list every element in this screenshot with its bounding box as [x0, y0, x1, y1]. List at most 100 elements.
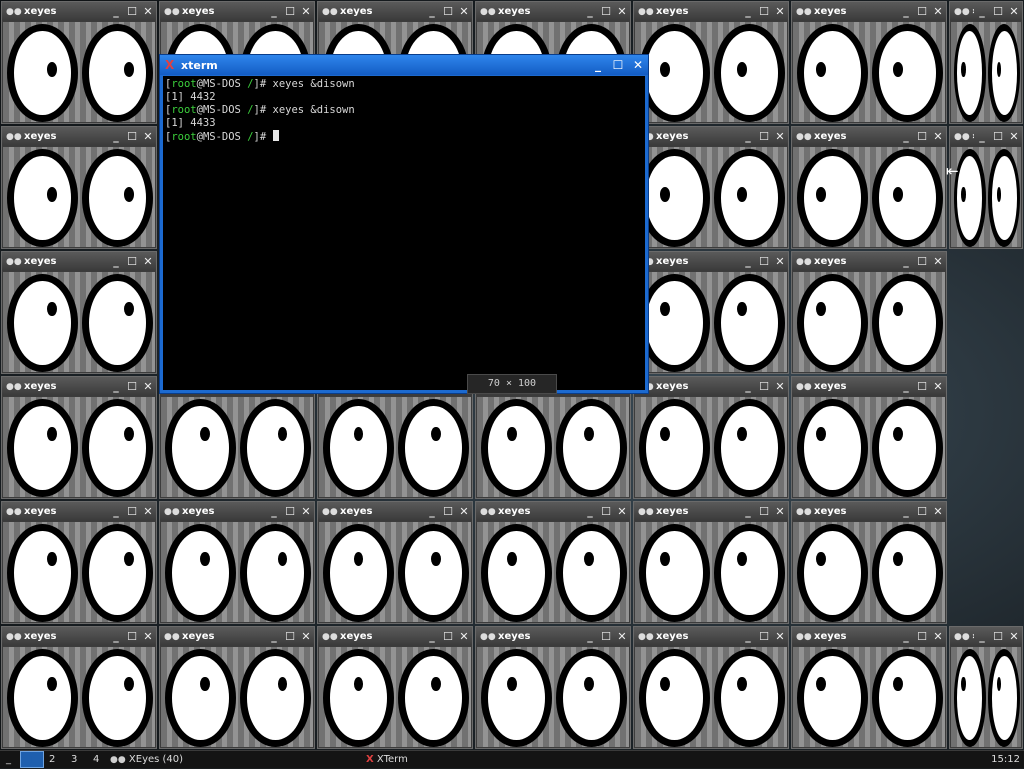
xeyes-window[interactable]: ●●»_☐✕: [949, 1, 1023, 124]
xeyes-window[interactable]: ●●xeyes_☐✕: [317, 376, 473, 499]
xeyes-window[interactable]: ●●xeyes_☐✕: [1, 376, 157, 499]
xeyes-window[interactable]: ●●xeyes_☐✕: [633, 1, 789, 124]
maximize-button[interactable]: ☐: [990, 130, 1006, 143]
maximize-button[interactable]: ☐: [914, 130, 930, 143]
maximize-button[interactable]: ☐: [990, 5, 1006, 18]
maximize-button[interactable]: ☐: [914, 630, 930, 643]
xeyes-window[interactable]: ●●xeyes_☐✕: [633, 126, 789, 249]
maximize-button[interactable]: ☐: [756, 130, 772, 143]
maximize-button[interactable]: ☐: [990, 630, 1006, 643]
close-button[interactable]: ✕: [930, 130, 946, 143]
close-button[interactable]: ✕: [140, 5, 156, 18]
minimize-button[interactable]: _: [898, 5, 914, 18]
xeyes-window[interactable]: ●●xeyes_☐✕: [791, 626, 947, 749]
xeyes-window[interactable]: ●●xeyes_☐✕: [159, 501, 315, 624]
xeyes-titlebar[interactable]: ●●xeyes_☐✕: [2, 2, 156, 21]
close-button[interactable]: ✕: [456, 505, 472, 518]
xterm-window[interactable]: Ⅹ xterm _ ☐ ✕ [root@MS-DOS /]# xeyes &di…: [159, 54, 649, 394]
xeyes-titlebar[interactable]: ●●xeyes_☐✕: [634, 2, 788, 21]
maximize-button[interactable]: ☐: [914, 255, 930, 268]
xeyes-titlebar[interactable]: ●●»_☐✕: [950, 2, 1022, 21]
close-button[interactable]: ✕: [456, 5, 472, 18]
close-button[interactable]: ✕: [772, 255, 788, 268]
minimize-button[interactable]: _: [582, 630, 598, 643]
close-button[interactable]: ✕: [930, 630, 946, 643]
minimize-button[interactable]: _: [266, 505, 282, 518]
xeyes-window[interactable]: ●●xeyes_☐✕: [475, 626, 631, 749]
maximize-button[interactable]: ☐: [282, 505, 298, 518]
xeyes-window[interactable]: ●●xeyes_☐✕: [159, 376, 315, 499]
menu-button[interactable]: _: [6, 751, 18, 768]
xeyes-window[interactable]: ●●xeyes_☐✕: [791, 1, 947, 124]
maximize-button[interactable]: ☐: [598, 630, 614, 643]
minimize-button[interactable]: _: [740, 630, 756, 643]
maximize-button[interactable]: ☐: [598, 505, 614, 518]
close-button[interactable]: ✕: [614, 630, 630, 643]
xeyes-titlebar[interactable]: ●●xeyes_☐✕: [2, 127, 156, 146]
maximize-button[interactable]: ☐: [124, 5, 140, 18]
maximize-button[interactable]: ☐: [756, 505, 772, 518]
xeyes-window[interactable]: ●●xeyes_☐✕: [1, 251, 157, 374]
maximize-button[interactable]: ☐: [914, 5, 930, 18]
xeyes-window[interactable]: ●●xeyes_☐✕: [633, 501, 789, 624]
maximize-button[interactable]: ☐: [282, 630, 298, 643]
xeyes-titlebar[interactable]: ●●xeyes_☐✕: [160, 627, 314, 646]
xeyes-window[interactable]: ●●xeyes_☐✕: [791, 126, 947, 249]
close-button[interactable]: ✕: [614, 505, 630, 518]
close-button[interactable]: ✕: [930, 505, 946, 518]
close-button[interactable]: ✕: [1006, 630, 1022, 643]
xeyes-titlebar[interactable]: ●●xeyes_☐✕: [476, 2, 630, 21]
task-xterm[interactable]: Ⅹ XTerm: [366, 751, 566, 768]
close-button[interactable]: ✕: [772, 5, 788, 18]
close-button[interactable]: ✕: [298, 630, 314, 643]
minimize-button[interactable]: _: [740, 380, 756, 393]
xeyes-window[interactable]: ●●xeyes_☐✕: [633, 251, 789, 374]
minimize-button[interactable]: _: [582, 505, 598, 518]
maximize-button[interactable]: ☐: [124, 630, 140, 643]
minimize-button[interactable]: _: [898, 380, 914, 393]
xeyes-window[interactable]: ●●xeyes_☐✕: [633, 626, 789, 749]
xeyes-titlebar[interactable]: ●●xeyes_☐✕: [634, 252, 788, 271]
close-button[interactable]: ✕: [930, 5, 946, 18]
maximize-button[interactable]: ☐: [124, 130, 140, 143]
maximize-button[interactable]: ☐: [914, 380, 930, 393]
xeyes-window[interactable]: ●●xeyes_☐✕: [1, 501, 157, 624]
close-button[interactable]: ✕: [298, 505, 314, 518]
close-button[interactable]: ✕: [614, 5, 630, 18]
minimize-button[interactable]: _: [108, 130, 124, 143]
minimize-button[interactable]: _: [424, 505, 440, 518]
maximize-button[interactable]: ☐: [124, 380, 140, 393]
workspace-4-button[interactable]: 4: [93, 751, 99, 768]
close-button[interactable]: ✕: [772, 505, 788, 518]
xeyes-titlebar[interactable]: ●●xeyes_☐✕: [476, 502, 630, 521]
xeyes-titlebar[interactable]: ●●xeyes_☐✕: [634, 627, 788, 646]
close-button[interactable]: ✕: [772, 130, 788, 143]
close-button[interactable]: ✕: [1006, 130, 1022, 143]
minimize-button[interactable]: _: [740, 5, 756, 18]
xeyes-window[interactable]: ●●xeyes_☐✕: [1, 626, 157, 749]
maximize-button[interactable]: ☐: [608, 58, 628, 72]
xeyes-titlebar[interactable]: ●●xeyes_☐✕: [792, 2, 946, 21]
close-button[interactable]: ✕: [930, 380, 946, 393]
minimize-button[interactable]: _: [898, 505, 914, 518]
minimize-button[interactable]: _: [740, 255, 756, 268]
maximize-button[interactable]: ☐: [756, 5, 772, 18]
xeyes-window[interactable]: ●●xeyes_☐✕: [791, 251, 947, 374]
xeyes-titlebar[interactable]: ●●xeyes_☐✕: [2, 252, 156, 271]
xeyes-titlebar[interactable]: ●●xeyes_☐✕: [792, 377, 946, 396]
xeyes-titlebar[interactable]: ●●»_☐✕: [950, 627, 1022, 646]
close-button[interactable]: ✕: [140, 505, 156, 518]
minimize-button[interactable]: _: [740, 130, 756, 143]
xeyes-window[interactable]: ●●»_☐✕: [949, 626, 1023, 749]
minimize-button[interactable]: _: [898, 630, 914, 643]
xeyes-titlebar[interactable]: ●●xeyes_☐✕: [792, 252, 946, 271]
maximize-button[interactable]: ☐: [124, 505, 140, 518]
close-button[interactable]: ✕: [456, 630, 472, 643]
xeyes-window[interactable]: ●●xeyes_☐✕: [159, 626, 315, 749]
xeyes-titlebar[interactable]: ●●xeyes_☐✕: [792, 127, 946, 146]
xeyes-window[interactable]: ●●xeyes_☐✕: [633, 376, 789, 499]
xeyes-titlebar[interactable]: ●●xeyes_☐✕: [318, 2, 472, 21]
xeyes-titlebar[interactable]: ●●xeyes_☐✕: [2, 377, 156, 396]
maximize-button[interactable]: ☐: [756, 255, 772, 268]
xeyes-window[interactable]: ●●»_☐✕: [949, 126, 1023, 249]
